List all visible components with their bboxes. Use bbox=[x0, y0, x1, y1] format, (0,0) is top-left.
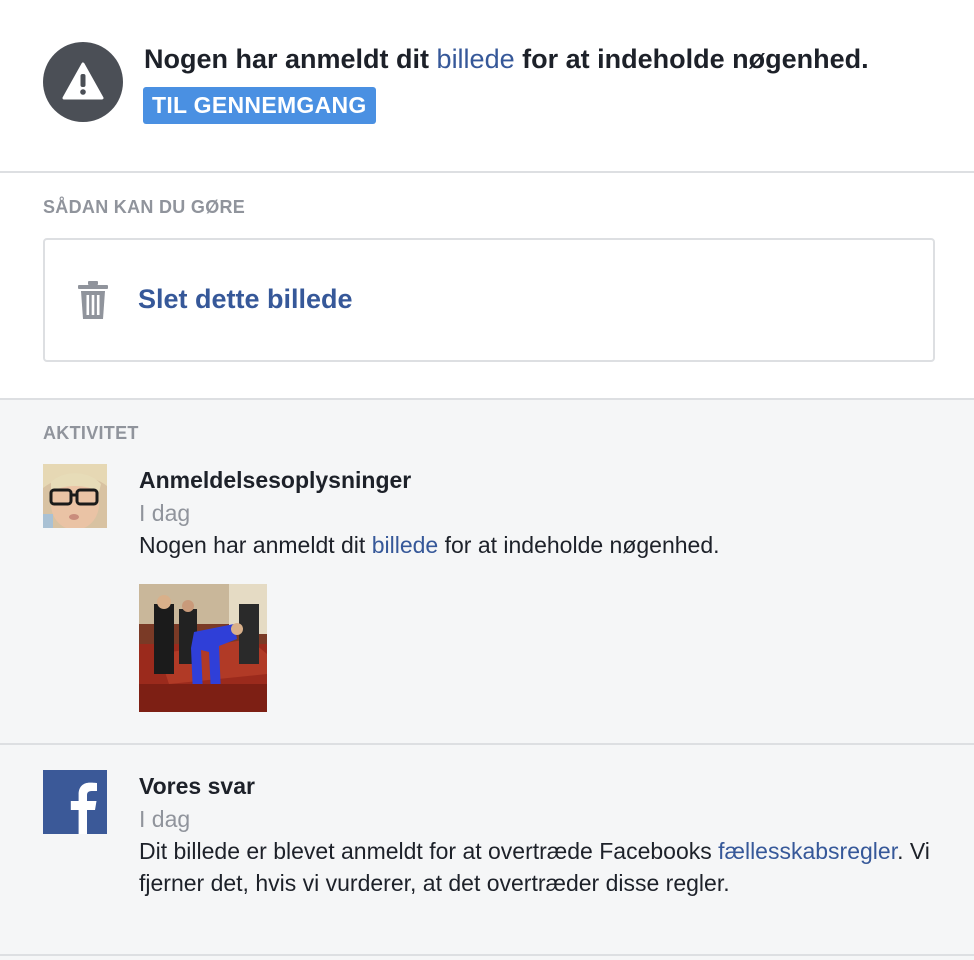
notice-headline: Nogen har anmeldt dit billede for at ind… bbox=[144, 44, 869, 75]
report-details-time: I dag bbox=[139, 500, 191, 526]
report-details-text: Nogen har anmeldt dit billede for at ind… bbox=[139, 529, 939, 561]
report-photo-link[interactable]: billede bbox=[372, 532, 439, 558]
headline-text: Nogen har anmeldt dit bbox=[144, 44, 430, 74]
reporter-avatar bbox=[43, 464, 107, 528]
delete-photo-button[interactable]: Slet dette billede bbox=[43, 238, 935, 362]
bottom-divider bbox=[0, 954, 974, 956]
warning-icon bbox=[43, 42, 123, 122]
our-response-text: Dit billede er blevet anmeldt for at ove… bbox=[139, 835, 939, 899]
reported-photo-thumbnail[interactable] bbox=[139, 584, 267, 712]
activity-section-label: AKTIVITET bbox=[43, 423, 139, 443]
facebook-logo-icon bbox=[43, 770, 107, 834]
report-text-end: for at indeholde nøgenhed. bbox=[444, 532, 720, 558]
our-response-title: Vores svar bbox=[139, 773, 255, 799]
report-text-start: Nogen har anmeldt dit bbox=[139, 532, 366, 558]
review-button[interactable]: TIL GENNEMGANG bbox=[143, 87, 376, 124]
our-response-time: I dag bbox=[139, 806, 191, 832]
notice-header: Nogen har anmeldt dit billede for at ind… bbox=[0, 0, 974, 173]
community-standards-link[interactable]: fællesskabsregler bbox=[718, 838, 897, 864]
trash-icon bbox=[76, 280, 110, 325]
report-details-title: Anmeldelsesoplysninger bbox=[139, 467, 412, 493]
headline-text-end: for at indeholde nøgenhed. bbox=[522, 44, 869, 74]
delete-photo-label: Slet dette billede bbox=[138, 284, 353, 314]
activity-divider bbox=[0, 743, 974, 745]
actions-section-label: SÅDAN KAN DU GØRE bbox=[43, 197, 246, 217]
response-text-start: Dit billede er blevet anmeldt for at ove… bbox=[139, 838, 712, 864]
headline-photo-link[interactable]: billede bbox=[437, 44, 515, 74]
